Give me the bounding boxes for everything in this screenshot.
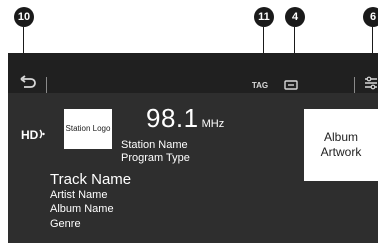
station-logo: Station Logo: [64, 109, 112, 149]
tag-button[interactable]: TAG: [248, 79, 272, 93]
channel-button[interactable]: [284, 78, 298, 92]
program-type: Program Type: [121, 152, 190, 164]
frequency-unit: MHz: [201, 118, 225, 130]
toolbar-divider-right: [354, 77, 355, 93]
toolbar-divider-left: [46, 77, 47, 93]
back-arrow-icon: [20, 75, 36, 88]
callout-settings: 6: [363, 7, 378, 27]
settings-button[interactable]: [363, 75, 378, 91]
callout-back: 10: [14, 7, 34, 27]
frequency-value: 98.1: [146, 103, 199, 133]
track-name: Track Name: [50, 171, 132, 188]
genre: Genre: [50, 218, 81, 230]
hd-radio-icon: HD: [21, 128, 45, 142]
frequency-display: 98.1 MHz: [146, 103, 224, 134]
artist-name: Artist Name: [50, 189, 108, 201]
top-toolbar: TAG: [8, 53, 378, 93]
callout-channel: 4: [285, 7, 305, 27]
hd-radio-indicator: HD: [20, 125, 46, 143]
settings-icon: [365, 76, 377, 90]
back-button[interactable]: [18, 73, 38, 93]
svg-text:HD: HD: [21, 128, 39, 142]
radio-screen: TAG HD Station Logo 98.1 MHz Station Nam…: [8, 53, 378, 243]
album-name: Album Name: [50, 203, 114, 215]
station-name: Station Name: [121, 139, 188, 151]
channel-icon: [284, 80, 298, 90]
callout-tag: 11: [254, 7, 274, 27]
album-artwork: Album Artwork: [304, 109, 378, 181]
